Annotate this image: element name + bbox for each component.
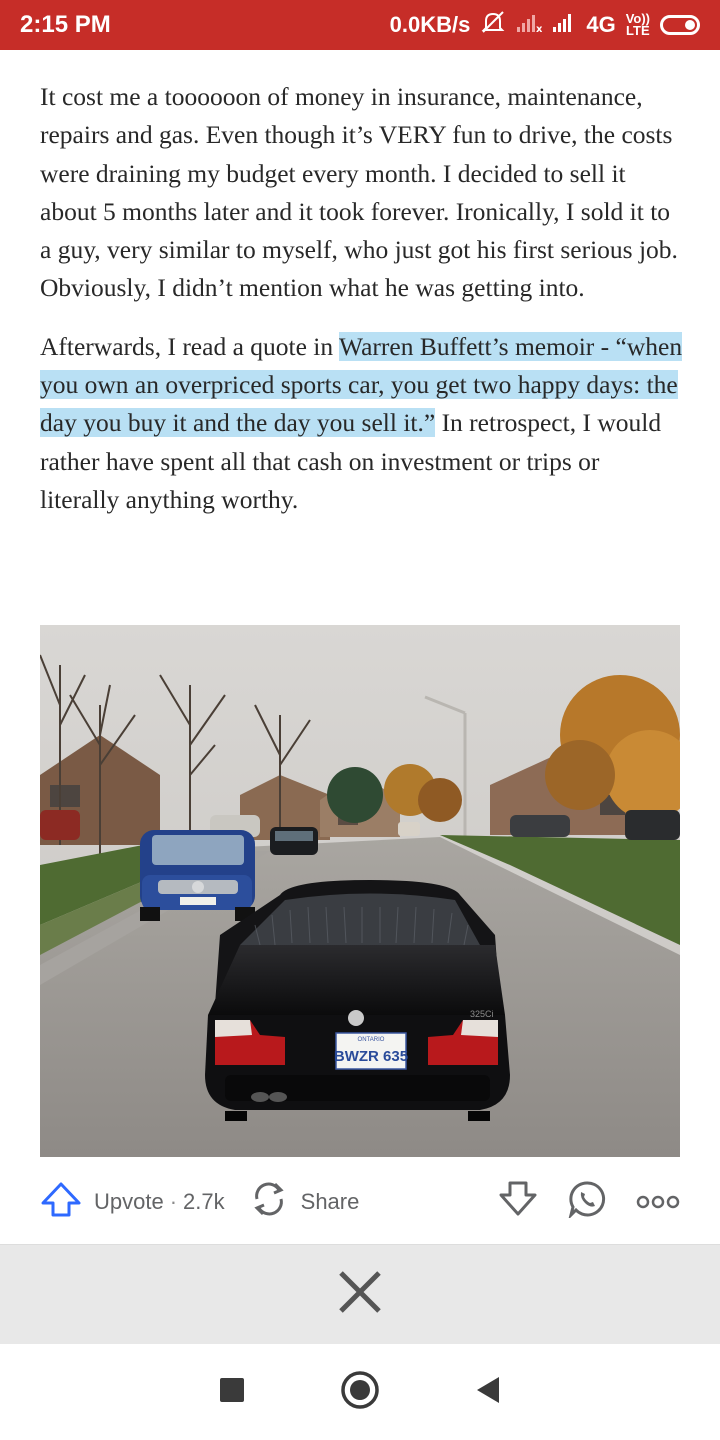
share-button[interactable]: Share	[249, 1180, 360, 1224]
dismiss-bar	[0, 1245, 720, 1344]
plate-region: ONTARIO	[358, 1037, 385, 1043]
battery-icon	[660, 15, 700, 35]
article-photo[interactable]: ONTARIO BWZR 635 325Ci	[40, 625, 680, 1157]
back-icon[interactable]	[475, 1375, 501, 1410]
downvote-icon[interactable]	[498, 1181, 538, 1223]
signal-icon: x	[516, 11, 543, 39]
article-body: It cost me a toooooon of money in insura…	[40, 78, 685, 539]
recents-icon[interactable]	[219, 1377, 245, 1408]
home-icon[interactable]	[340, 1370, 380, 1415]
mute-icon	[480, 10, 506, 40]
status-time: 2:15 PM	[20, 11, 111, 38]
network-type: 4G	[586, 12, 616, 37]
action-bar: Upvote · 2.7k Share	[40, 1180, 680, 1224]
system-nav-bar	[0, 1344, 720, 1440]
separator: ·	[169, 1189, 178, 1214]
volte-bottom: LTE	[626, 23, 650, 38]
close-icon[interactable]	[337, 1269, 383, 1320]
status-bar: 2:15 PM 0.0KB/s x 4G Vo)) LTE	[0, 0, 720, 50]
more-icon[interactable]	[636, 1189, 680, 1215]
paragraph-2: Afterwards, I read a quote in Warren Buf…	[40, 328, 685, 519]
signal-icon	[552, 11, 576, 39]
share-icon	[249, 1180, 289, 1224]
secondary-actions	[498, 1180, 680, 1224]
upvote-icon	[40, 1181, 82, 1223]
license-plate: BWZR 635	[334, 1048, 408, 1065]
upvote-button[interactable]: Upvote	[40, 1181, 164, 1223]
svg-text:x: x	[536, 24, 542, 33]
paragraph-1: It cost me a toooooon of money in insura…	[40, 82, 678, 303]
share-label: Share	[300, 1189, 360, 1214]
upvote-label: Upvote	[94, 1189, 164, 1214]
status-icons: 0.0KB/s x 4G Vo)) LTE	[390, 10, 700, 40]
volte-indicator: Vo)) LTE	[626, 12, 650, 38]
paragraph-2-intro: Afterwards, I read a quote in	[40, 331, 340, 361]
upvote-count: 2.7k	[183, 1189, 225, 1214]
whatsapp-icon[interactable]	[568, 1180, 606, 1224]
model-badge: 325Ci	[470, 1009, 494, 1019]
network-speed: 0.0KB/s	[389, 12, 471, 37]
